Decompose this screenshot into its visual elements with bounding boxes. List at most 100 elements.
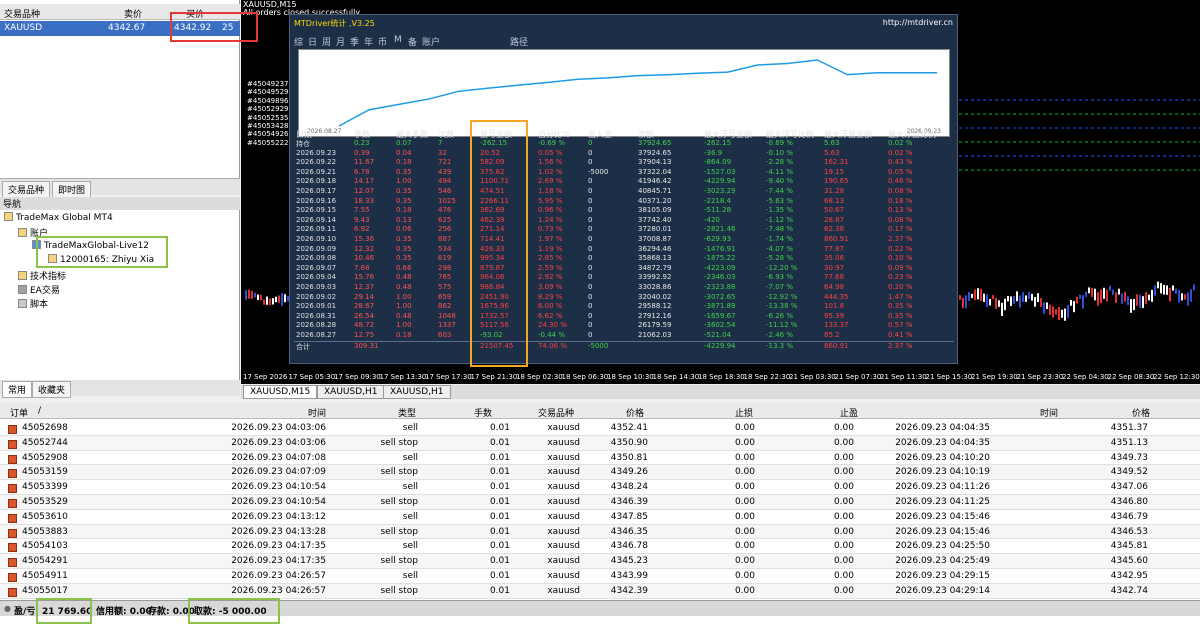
col-tp[interactable]: 止盈 (840, 406, 858, 419)
col-sl[interactable]: 止损 (735, 406, 753, 419)
col-open-time[interactable]: 时间 (308, 406, 326, 419)
candle (1052, 306, 1054, 318)
candle (1190, 289, 1192, 302)
col-symbol[interactable]: 交易品种 (4, 7, 40, 20)
col-open-price[interactable]: 价格 (626, 406, 644, 419)
stats-cell: 887 (438, 235, 452, 243)
col-order[interactable]: 订单 (10, 406, 28, 419)
nav-account[interactable]: 12000165: Zhiyu Xia (48, 254, 154, 265)
stats-cell: -0.10 % (766, 148, 793, 157)
col-bid[interactable]: 卖价 (124, 7, 142, 20)
tab-tick-chart[interactable]: 即时图 (52, 181, 92, 198)
menu-month[interactable]: 月 (336, 35, 345, 48)
stats-cell: 2.37 % (888, 235, 913, 243)
stats-cell: 1.19 % (538, 244, 563, 253)
candle (254, 292, 256, 298)
nav-accounts[interactable]: 账户 (18, 226, 48, 239)
menu-day[interactable]: 日 (308, 35, 317, 48)
menu-year[interactable]: 年 (364, 35, 373, 48)
nav-indicators[interactable]: 技术指标 (18, 269, 66, 282)
order-row[interactable]: 45053399 2026.09.23 04:10:54 sell 0.01 xauus… (0, 480, 1200, 495)
candle (1049, 304, 1051, 315)
col-close-price[interactable]: 价格 (1132, 406, 1150, 419)
stats-cell: 2026.09.01 (296, 302, 337, 311)
order-cell: 4348.24 (610, 482, 648, 493)
chart-tab-h1-a[interactable]: XAUUSD,H1 (317, 385, 385, 399)
candle (1007, 295, 1009, 302)
symbol-row-xauusd[interactable]: XAUUSD 4342.67 4342.92 25 (0, 21, 240, 36)
tab-common[interactable]: 常用 (2, 381, 33, 398)
stats-cell: 619 (438, 254, 452, 263)
time-tick: 17 Sep 2026 (243, 373, 288, 381)
order-row[interactable]: 45054291 2026.09.23 04:17:35 sell stop 0.01… (0, 554, 1200, 569)
col-sort[interactable]: / (38, 406, 41, 416)
stats-row: 2026.09.03 12.37 0.48 575 988.84 3.09 % 0 33028… (294, 283, 954, 293)
order-icon (8, 528, 17, 538)
order-row[interactable]: 45053159 2026.09.23 04:07:09 sell stop 0.01… (0, 465, 1200, 481)
candle (1016, 291, 1018, 302)
stats-cell: 0.13 % (888, 206, 913, 215)
candle (1172, 285, 1174, 291)
stats-cell: -262.15 (704, 139, 732, 147)
order-row[interactable]: 45052698 2026.09.23 04:03:06 sell 0.01 xauus… (0, 421, 1200, 436)
candle (1118, 288, 1120, 295)
menu-account[interactable]: 账户 (422, 35, 440, 48)
candle (1160, 283, 1162, 294)
order-row[interactable]: 45054103 2026.09.23 04:17:35 sell 0.01 xauus… (0, 539, 1200, 555)
candle (998, 300, 1000, 307)
stats-cell: 162.31 (824, 158, 849, 167)
chart-tab-m15[interactable]: XAUUSD,M15 (243, 385, 318, 399)
order-cell: 2026.09.23 04:26:57 (231, 585, 326, 596)
time-tick: 22 Sep 12:30 (1153, 373, 1200, 381)
nav-expert-advisors[interactable]: EA交易 (18, 283, 60, 296)
tab-symbols[interactable]: 交易品种 (2, 181, 51, 198)
chart-tab-h1-b[interactable]: XAUUSD,H1 (383, 385, 451, 399)
stats-cell: -262.15 (480, 139, 508, 147)
order-row[interactable]: 45052744 2026.09.23 04:03:06 sell stop 0.01… (0, 435, 1200, 451)
nav-server[interactable]: TradeMaxGlobal-Live12 (32, 240, 149, 251)
stats-cell: 0.02 % (888, 148, 913, 157)
order-row[interactable]: 45054911 2026.09.23 04:26:57 sell 0.01 xauus… (0, 569, 1200, 584)
spread-value: 25 (222, 23, 234, 33)
stats-cell: 37904.13 (638, 158, 672, 167)
menu-quarter[interactable]: 季 (350, 35, 359, 48)
menu-path[interactable]: 路径 (510, 35, 528, 48)
menu-currency[interactable]: 币 (378, 35, 387, 48)
stats-cell: 1.00 (396, 302, 412, 311)
order-row[interactable]: 45053883 2026.09.23 04:13:28 sell stop 0.01… (0, 524, 1200, 540)
stats-cell: 988.84 (480, 283, 505, 291)
order-row[interactable]: 45055017 2026.09.23 04:26:57 sell stop 0.01… (0, 583, 1200, 599)
stats-cell: 1.24 % (538, 215, 563, 224)
candle (1112, 289, 1114, 295)
nav-scripts[interactable]: 脚本 (18, 297, 48, 310)
order-cell: 4351.37 (1110, 423, 1148, 433)
candle (1001, 302, 1003, 316)
stats-cell: 0.08 % (888, 215, 913, 224)
order-row[interactable]: 45053529 2026.09.23 04:10:54 sell stop 0.01… (0, 495, 1200, 510)
ea-menu: 综 日 周 月 季 年 币 M 备 账户 路径 (294, 34, 955, 48)
stats-cell: 0.18 % (888, 196, 913, 205)
stats-cell: 19.15 (824, 167, 845, 176)
stats-cell: -1476.91 (704, 244, 736, 253)
menu-m[interactable]: M (394, 35, 402, 45)
col-lots[interactable]: 手数 (474, 406, 492, 419)
order-row[interactable]: 45052908 2026.09.23 04:07:08 sell 0.01 xauus… (0, 451, 1200, 466)
menu-week[interactable]: 周 (322, 35, 331, 48)
menu-backup[interactable]: 备 (408, 35, 417, 48)
stats-cell: 2026.09.09 (296, 244, 337, 253)
col-symbol[interactable]: 交易品种 (538, 406, 574, 419)
stats-cell: 0.22 % (888, 244, 913, 253)
stats-cell: -0.69 % (538, 139, 565, 147)
order-row[interactable]: 45053610 2026.09.23 04:13:12 sell 0.01 xauus… (0, 510, 1200, 525)
nav-root[interactable]: TradeMax Global MT4 (4, 212, 113, 223)
col-ask[interactable]: 买价 (186, 7, 204, 20)
candle (1169, 287, 1171, 302)
col-close-time[interactable]: 时间 (1040, 406, 1058, 419)
order-cell: xauusd (547, 437, 580, 448)
menu-summary[interactable]: 综 (294, 35, 303, 48)
time-tick: 18 Sep 10:30 (607, 373, 654, 381)
tab-favorites[interactable]: 收藏夹 (32, 381, 72, 398)
candle (1145, 292, 1147, 305)
col-type[interactable]: 类型 (398, 406, 416, 419)
ea-url[interactable]: http://mtdriver.cn (883, 18, 953, 27)
